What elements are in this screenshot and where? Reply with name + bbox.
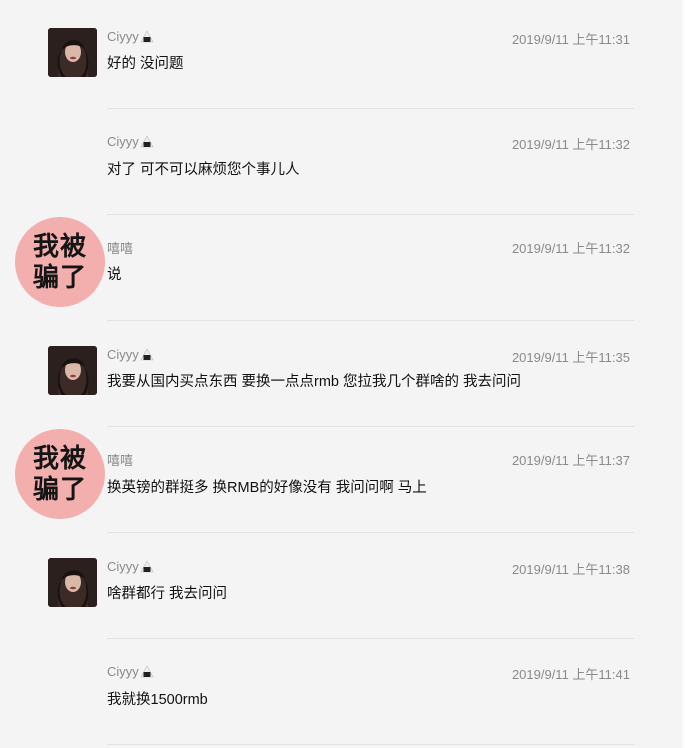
- onigiri-icon: [140, 348, 154, 361]
- user-avatar[interactable]: [48, 28, 97, 77]
- message-text[interactable]: 我就换1500rmb: [107, 688, 208, 709]
- message-text[interactable]: 好的 没问题: [107, 52, 184, 73]
- message-time: 2019/9/11 上午11:31: [511, 32, 630, 47]
- message-text[interactable]: 我要从国内买点东西 要换一点点rmb 您拉我几个群啥的 我去问问: [107, 370, 521, 391]
- message-time: 2019/9/11 上午11:38: [511, 562, 630, 577]
- message-text[interactable]: 说: [107, 263, 122, 284]
- sticker-avatar[interactable]: 我被 骗了: [15, 429, 105, 519]
- sender-name: Ciyyy: [107, 664, 154, 679]
- onigiri-icon: [140, 135, 154, 148]
- message-time: 2019/9/11 上午11:37: [511, 453, 630, 468]
- message-text[interactable]: 换英镑的群挺多 换RMB的好像没有 我问问啊 马上: [107, 476, 427, 497]
- sender-name: 嘻嘻: [107, 453, 134, 468]
- divider: [107, 426, 634, 427]
- chat-window: Ciyyy 2019/9/11 上午11:31 好的 没问题 Ciyyy 201…: [0, 0, 685, 748]
- message-list[interactable]: Ciyyy 2019/9/11 上午11:31 好的 没问题 Ciyyy 201…: [0, 0, 685, 748]
- onigiri-icon: [140, 665, 154, 678]
- message-time: 2019/9/11 上午11:32: [511, 137, 630, 152]
- sender-name: Ciyyy: [107, 29, 154, 44]
- onigiri-icon: [140, 560, 154, 573]
- message-text[interactable]: 对了 可不可以麻烦您个事儿人: [107, 158, 300, 179]
- divider: [107, 214, 634, 215]
- message-time: 2019/9/11 上午11:41: [511, 667, 630, 682]
- divider: [107, 744, 634, 745]
- sender-name: Ciyyy: [107, 347, 154, 362]
- user-avatar[interactable]: [48, 558, 97, 607]
- user-avatar[interactable]: [48, 346, 97, 395]
- sticker-avatar[interactable]: 我被 骗了: [15, 217, 105, 307]
- sender-name: 嘻嘻: [107, 241, 134, 256]
- sender-name: Ciyyy: [107, 134, 154, 149]
- sender-name: Ciyyy: [107, 559, 154, 574]
- divider: [107, 638, 634, 639]
- divider: [107, 108, 634, 109]
- divider: [107, 532, 634, 533]
- message-time: 2019/9/11 上午11:35: [511, 350, 630, 365]
- onigiri-icon: [140, 30, 154, 43]
- divider: [107, 320, 634, 321]
- message-text[interactable]: 啥群都行 我去问问: [107, 582, 227, 603]
- message-time: 2019/9/11 上午11:32: [511, 241, 630, 256]
